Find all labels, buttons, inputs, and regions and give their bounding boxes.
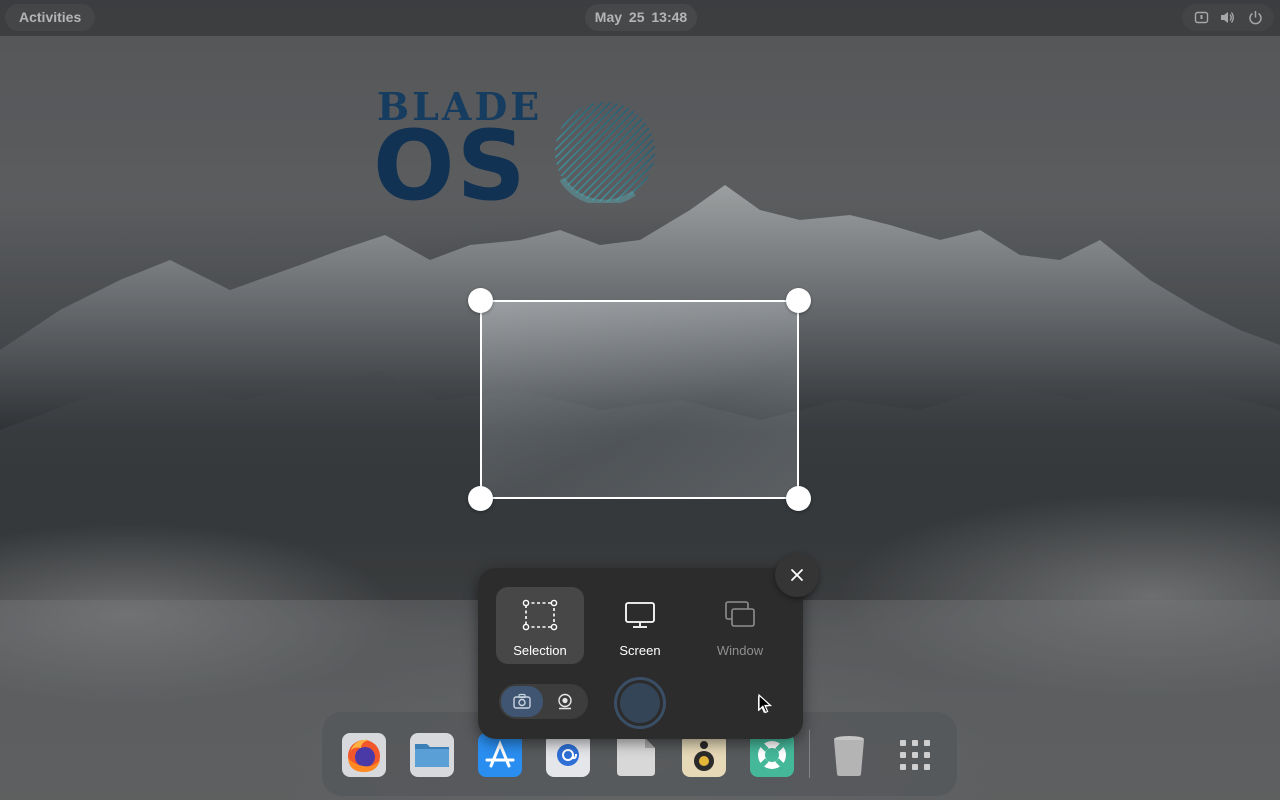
blade-os-logo: BLADE OS — [373, 88, 666, 222]
trash-icon — [834, 736, 864, 776]
power-icon[interactable] — [1248, 10, 1263, 25]
screenshot-panel: Selection Screen Window — [478, 568, 803, 739]
mouse-cursor-icon — [758, 694, 772, 714]
screen-capture-icon[interactable] — [1194, 10, 1209, 25]
capture-button[interactable] — [614, 677, 666, 729]
screenshot-toggle-button[interactable] — [501, 686, 543, 717]
folder-icon — [410, 733, 454, 777]
close-button[interactable] — [775, 553, 819, 597]
selection-handle-bottom-left[interactable] — [468, 486, 493, 511]
screencast-toggle-button[interactable] — [544, 686, 586, 717]
clock-button[interactable]: May 25 13:48 — [585, 4, 697, 31]
monitor-icon — [625, 602, 655, 628]
selection-handle-bottom-right[interactable] — [786, 486, 811, 511]
selection-handle-top-right[interactable] — [786, 288, 811, 313]
top-bar: Activities May 25 13:48 — [0, 0, 1280, 36]
dock-files[interactable] — [409, 732, 455, 778]
mode-window-button[interactable]: Window — [696, 587, 784, 664]
camera-icon — [513, 693, 531, 709]
selection-area[interactable] — [480, 300, 799, 499]
mode-screen-label: Screen — [619, 643, 661, 658]
mode-screen-button[interactable]: Screen — [596, 587, 684, 664]
mode-window-label: Window — [716, 643, 764, 658]
volume-icon[interactable] — [1220, 10, 1235, 25]
selection-icon — [522, 599, 558, 631]
mode-selection-button[interactable]: Selection — [496, 587, 584, 664]
system-tray[interactable] — [1182, 4, 1274, 31]
webcam-icon — [558, 693, 572, 710]
dock-separator — [809, 730, 810, 778]
logo-text-os: OS — [373, 110, 528, 222]
dock-firefox[interactable] — [341, 732, 387, 778]
firefox-icon — [342, 733, 386, 777]
dock-show-apps[interactable] — [892, 732, 938, 778]
mode-selection-label: Selection — [513, 643, 567, 658]
activities-button[interactable]: Activities — [5, 4, 96, 31]
app-grid-icon — [900, 740, 930, 770]
close-icon — [791, 569, 803, 581]
selection-handle-top-left[interactable] — [468, 288, 493, 313]
capture-type-toggle — [499, 684, 588, 719]
dock-trash[interactable] — [826, 732, 872, 778]
logo-circle-icon — [555, 102, 655, 203]
window-icon — [725, 601, 755, 627]
